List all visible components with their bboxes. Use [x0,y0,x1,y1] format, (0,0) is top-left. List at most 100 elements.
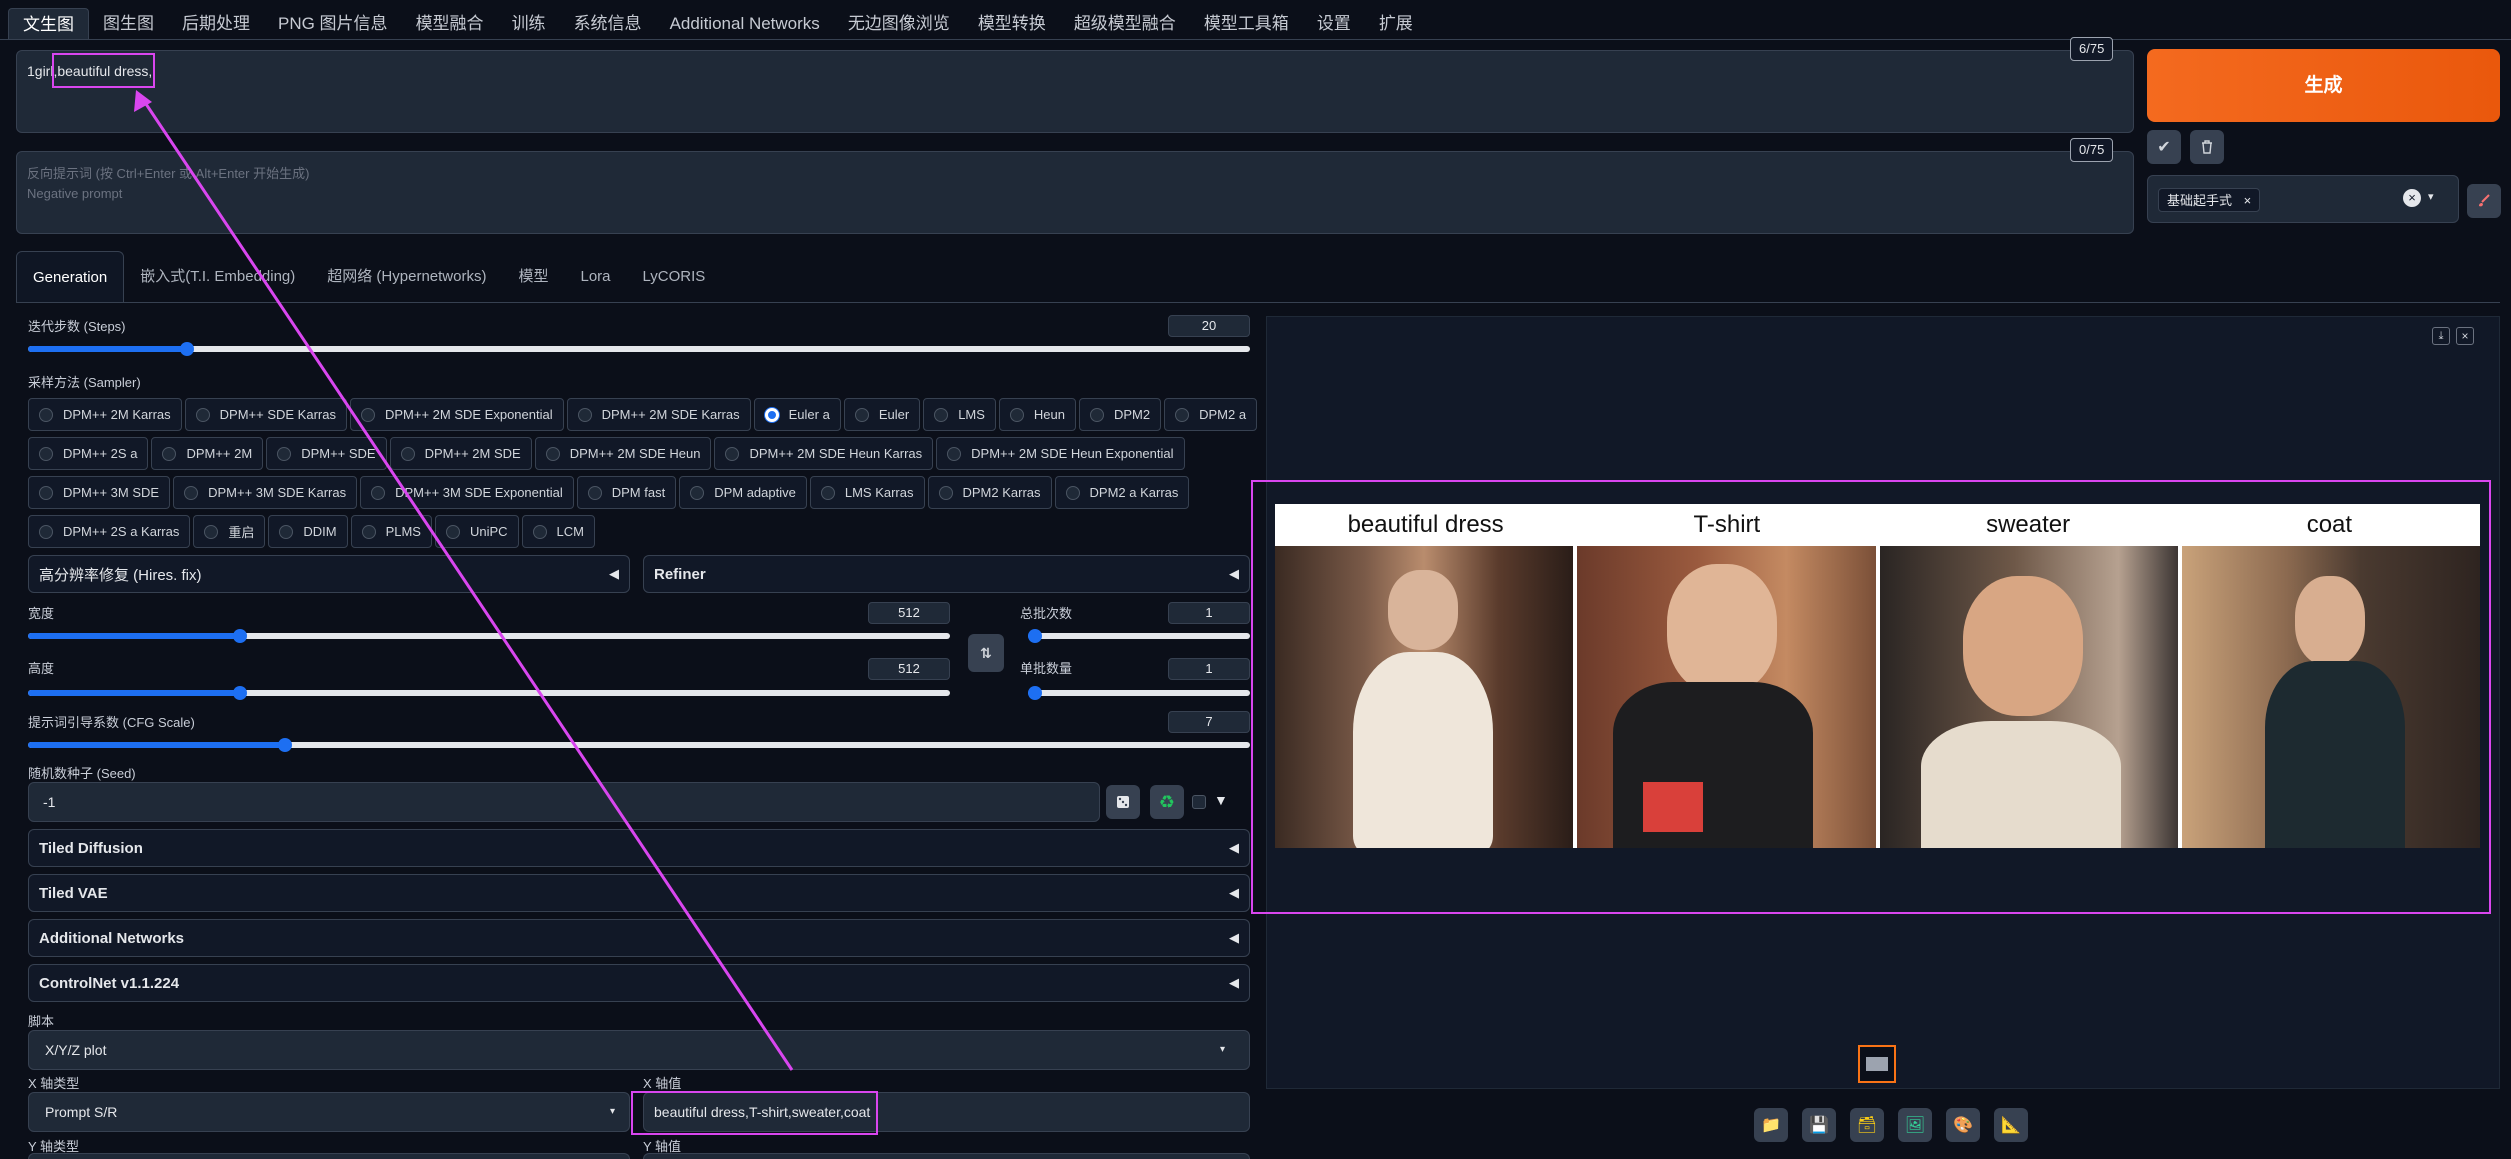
send-to-img2img-button[interactable]: 🖼 [1898,1108,1932,1142]
extension-accordion[interactable]: ControlNet v1.1.224 ◀ [28,964,1250,1002]
top-tab[interactable]: PNG 图片信息 [264,8,402,40]
refiner-accordion[interactable]: Refiner ◀ [643,555,1250,593]
sampler-option[interactable]: DPM++ 2M SDE Heun [534,437,712,470]
height-input[interactable]: 512 [868,658,950,680]
sampler-option[interactable]: DPM++ 2M SDE Heun Exponential [936,437,1185,470]
triangle-down-icon[interactable]: ▼ [1214,792,1228,808]
settings-tab[interactable]: 模型 [502,251,564,303]
apply-style-button[interactable]: ✔ [2147,130,2181,164]
sampler-option[interactable]: Heun [998,398,1076,431]
xyz-grid-images[interactable] [1275,546,2480,848]
batch-count-slider[interactable] [1028,629,1250,643]
open-folder-button[interactable]: 📁 [1754,1108,1788,1142]
top-tab[interactable]: 文生图 [8,8,89,40]
sampler-option[interactable]: Euler [843,398,921,431]
sampler-option[interactable]: LCM [521,515,595,548]
top-tab[interactable]: 模型工具箱 [1190,8,1303,40]
close-icon[interactable]: × [2456,327,2474,345]
top-tab[interactable]: 系统信息 [560,8,656,40]
sampler-option[interactable]: DPM2 a [1164,398,1258,431]
top-tab[interactable]: 训练 [498,8,560,40]
extension-accordion[interactable]: Additional Networks ◀ [28,919,1250,957]
send-to-inpaint-button[interactable]: 🎨 [1946,1108,1980,1142]
sampler-option[interactable]: DPM++ 2S a Karras [28,515,191,548]
sampler-option[interactable]: Euler a [753,398,841,431]
top-tab[interactable]: 模型融合 [402,8,498,40]
sampler-option[interactable]: DPM++ 3M SDE Karras [173,476,358,509]
sampler-option[interactable]: DPM++ 2M Karras [28,398,182,431]
height-slider[interactable] [28,686,950,700]
sampler-option[interactable]: DPM2 Karras [927,476,1052,509]
settings-tab[interactable]: 超网络 (Hypernetworks) [311,251,502,303]
batch-size-slider-thumb[interactable] [1028,686,1042,700]
x-axis-type-dropdown[interactable]: Prompt S/R ▾ [28,1092,630,1132]
settings-tab[interactable]: Lora [564,251,626,303]
sampler-option[interactable]: UniPC [434,515,519,548]
edit-styles-button[interactable] [2467,184,2501,218]
sampler-option[interactable]: DPM adaptive [679,476,807,509]
styles-dropdown[interactable]: 基础起手式 × × ▾ [2147,175,2459,223]
reuse-seed-button[interactable]: ♻ [1150,785,1184,819]
close-icon[interactable]: × [2244,193,2252,208]
sampler-option[interactable]: LMS [923,398,996,431]
sampler-option[interactable]: DPM++ 2M [151,437,264,470]
width-slider-thumb[interactable] [233,629,248,643]
sampler-option[interactable]: DPM++ 2M SDE Karras [566,398,751,431]
sampler-option[interactable]: DPM++ 2M SDE Exponential [349,398,564,431]
batch-size-input[interactable]: 1 [1168,658,1250,680]
sampler-option[interactable]: 重启 [193,515,266,548]
top-tab[interactable]: 模型转换 [964,8,1060,40]
download-icon[interactable]: ⤓ [2432,327,2450,345]
height-slider-thumb[interactable] [233,686,248,700]
top-tab[interactable]: 后期处理 [168,8,264,40]
gallery-thumbnail[interactable] [1858,1045,1896,1083]
sampler-option[interactable]: DPM fast [576,476,677,509]
sampler-option[interactable]: PLMS [350,515,432,548]
grid-image-t-shirt[interactable] [1577,546,1876,848]
script-dropdown[interactable]: X/Y/Z plot ▾ [28,1030,1250,1070]
sampler-option[interactable]: DPM++ 3M SDE [28,476,171,509]
x-axis-values-input[interactable]: beautiful dress,T-shirt,sweater,coat [643,1092,1250,1132]
sampler-option[interactable]: DPM++ 3M SDE Exponential [360,476,574,509]
zip-button[interactable]: 🗃 [1850,1108,1884,1142]
extra-seed-checkbox[interactable] [1192,795,1206,809]
width-input[interactable]: 512 [868,602,950,624]
save-button[interactable]: 💾 [1802,1108,1836,1142]
top-tab[interactable]: 超级模型融合 [1060,8,1190,40]
negative-prompt-textarea[interactable]: 反向提示词 (按 Ctrl+Enter 或 Alt+Enter 开始生成) Ne… [16,151,2134,234]
top-tab[interactable]: 无边图像浏览 [834,8,964,40]
hires-fix-accordion[interactable]: 高分辨率修复 (Hires. fix) ◀ [28,555,630,593]
sampler-option[interactable]: DPM++ SDE Karras [184,398,347,431]
settings-tab[interactable]: 嵌入式(T.I. Embedding) [124,251,311,303]
grid-image-beautiful-dress[interactable] [1275,546,1574,848]
batch-count-input[interactable]: 1 [1168,602,1250,624]
sampler-option[interactable]: DPM++ 2S a [28,437,149,470]
random-seed-button[interactable] [1106,785,1140,819]
settings-tab[interactable]: LyCORIS [627,251,722,303]
sampler-option[interactable]: DPM++ 2M SDE Heun Karras [714,437,934,470]
grid-image-coat[interactable] [2181,546,2480,848]
clear-prompt-button[interactable] [2190,130,2224,164]
steps-slider[interactable] [28,342,1250,356]
sampler-option[interactable]: DPM++ 2M SDE [389,437,532,470]
grid-image-sweater[interactable] [1879,546,2178,848]
sampler-option[interactable]: DDIM [268,515,348,548]
sampler-option[interactable]: DPM2 [1079,398,1162,431]
extension-accordion[interactable]: Tiled VAE ◀ [28,874,1250,912]
top-tab[interactable]: 图生图 [89,8,168,40]
prompt-textarea[interactable]: 1girl,beautiful dress, [16,50,2134,133]
batch-count-slider-thumb[interactable] [1028,629,1042,643]
top-tab[interactable]: Additional Networks [656,8,834,40]
cfg-slider[interactable] [28,738,1250,752]
generate-button[interactable]: 生成 [2147,49,2500,122]
sampler-option[interactable]: LMS Karras [809,476,925,509]
y-axis-type-dropdown[interactable] [28,1153,630,1159]
top-tab[interactable]: 扩展 [1365,8,1427,40]
cfg-input[interactable]: 7 [1168,711,1250,733]
seed-input[interactable]: -1 [28,782,1100,822]
sampler-option[interactable]: DPM2 a Karras [1054,476,1190,509]
steps-input[interactable]: 20 [1168,315,1250,337]
swap-dimensions-button[interactable]: ⇅ [968,634,1004,672]
clear-styles-icon[interactable]: × [2403,189,2421,207]
sampler-option[interactable]: DPM++ SDE [266,437,387,470]
